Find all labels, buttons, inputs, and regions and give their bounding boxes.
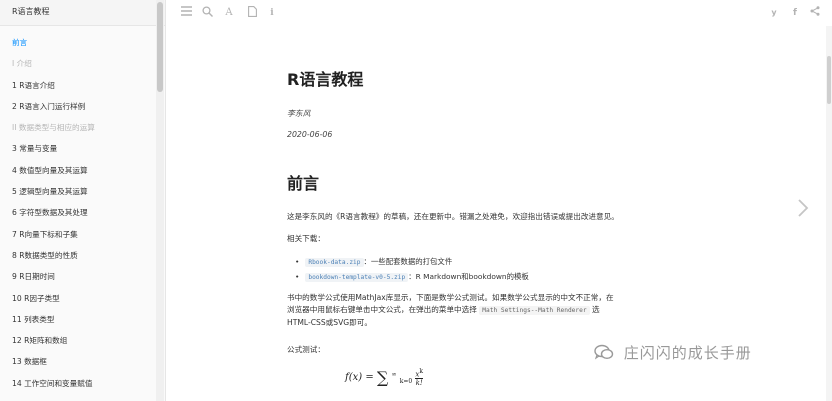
toolbar: A i y f: [167, 0, 832, 26]
toc-item[interactable]: 10 R因子类型: [0, 288, 165, 309]
sum-lower-limit: k=0: [399, 378, 413, 386]
date: 2020-06-06: [287, 130, 333, 139]
page-title: R语言教程: [287, 70, 364, 89]
toc-item[interactable]: 5 逻辑型向量及其运算: [0, 181, 165, 202]
toc-list: 前言 I 介绍 1 R语言介绍 2 R语言入门运行样例 II 数据类型与相应的运算 3 常…: [0, 26, 165, 394]
twitter-icon[interactable]: y: [767, 6, 781, 20]
intro-paragraph: 这是李东风的《R语言教程》的草稿，还在更新中。错漏之处难免，欢迎指出错误或提出改…: [287, 212, 619, 221]
toc-item[interactable]: 12 R矩阵和数组: [0, 330, 165, 351]
toc-item[interactable]: 7 R向量下标和子集: [0, 224, 165, 245]
toc-item[interactable]: 3 常量与变量: [0, 138, 165, 159]
sum-symbol: ∑: [376, 368, 389, 388]
wechat-icon: [594, 344, 614, 364]
author: 李东风: [287, 109, 311, 118]
formula-lhs: f(x) =: [345, 372, 377, 384]
toc-item[interactable]: I 介绍: [0, 53, 165, 74]
formula-label: 公式测试：: [287, 345, 325, 354]
download-description: ：R Markdown和bookdown的模板: [408, 271, 529, 281]
sidebar-scrollbar[interactable]: [156, 0, 164, 401]
mathjax-menu-code: Math Settings--Math Renderer: [479, 306, 590, 315]
section-heading: 前言: [287, 174, 320, 193]
sidebar-scrollbar-thumb[interactable]: [157, 2, 163, 92]
toc-item[interactable]: 2 R语言入门运行样例: [0, 96, 165, 117]
sum-upper-limit: ∞: [391, 370, 397, 378]
download-list: Rbook-data.zip：一些配套数据的打包文件bookdown-templ…: [295, 255, 529, 284]
toc-item[interactable]: 前言: [0, 32, 165, 53]
download-label: 相关下载：: [287, 234, 325, 243]
watermark: 庄闪闪的成长手册: [594, 342, 752, 364]
download-item: bookdown-template-v0-5.zip：R Markdown和bo…: [295, 270, 529, 285]
toc-item[interactable]: 8 R数据类型的性质: [0, 245, 165, 266]
sidebar-book-title[interactable]: R语言教程: [0, 0, 165, 26]
app-window: R语言教程 前言 I 介绍 1 R语言介绍 2 R语言入门运行样例 II 数据类型与相应…: [0, 0, 832, 401]
font-icon[interactable]: A: [222, 6, 236, 20]
search-icon[interactable]: [200, 6, 214, 20]
toc-item[interactable]: II 数据类型与相应的运算: [0, 117, 165, 138]
content-scrollbar[interactable]: [826, 26, 832, 401]
watermark-text: 庄闪闪的成长手册: [623, 344, 752, 362]
pdf-icon[interactable]: [245, 6, 259, 20]
toc-item[interactable]: 4 数值型向量及其运算: [0, 160, 165, 181]
next-chapter-icon[interactable]: [795, 196, 811, 220]
toc-item[interactable]: 9 R日期时间: [0, 266, 165, 287]
download-description: ：一些配套数据的打包文件: [363, 257, 453, 266]
menu-icon[interactable]: [179, 6, 193, 20]
test-formula: f(x) = ∑ ∞ k=0 xk k!: [345, 368, 423, 387]
download-link[interactable]: Rbook-data.zip: [305, 258, 364, 267]
facebook-icon[interactable]: f: [788, 6, 802, 20]
download-link[interactable]: bookdown-template-v0-5.zip: [305, 272, 409, 282]
toc-item[interactable]: 11 列表类型: [0, 309, 165, 330]
info-icon[interactable]: i: [265, 6, 279, 20]
content-scrollbar-thumb[interactable]: [827, 56, 831, 104]
toc-item[interactable]: 13 数据框: [0, 351, 165, 372]
mathjax-paragraph: 书中的数学公式使用MathJax库显示，下面是数学公式测试。如果数学公式显示的中…: [287, 292, 617, 329]
toc-item[interactable]: 14 工作空间和变量赋值: [0, 373, 165, 394]
fraction: xk k!: [415, 368, 423, 387]
download-item: Rbook-data.zip：一些配套数据的打包文件: [295, 255, 529, 270]
share-icon[interactable]: [808, 6, 822, 20]
toc-item[interactable]: 1 R语言介绍: [0, 75, 165, 96]
sidebar: R语言教程 前言 I 介绍 1 R语言介绍 2 R语言入门运行样例 II 数据类型与相应…: [0, 0, 166, 401]
toc-item[interactable]: 6 字符型数据及其处理: [0, 202, 165, 223]
denominator: k!: [415, 379, 423, 388]
numerator-exponent: k: [419, 368, 423, 375]
